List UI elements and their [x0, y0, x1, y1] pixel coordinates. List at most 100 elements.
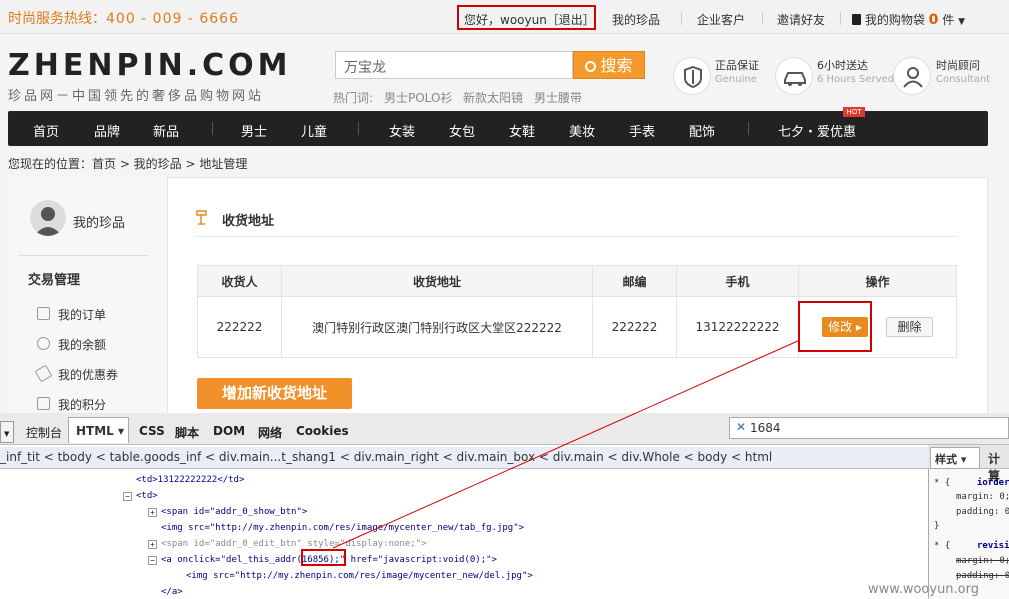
service-title: 正品保证: [715, 59, 759, 72]
location-icon: [196, 209, 210, 225]
highlight-box-id: [301, 549, 346, 566]
nav-item-beauty[interactable]: 美妆: [569, 121, 595, 140]
css-rule: iorder: [977, 478, 1009, 488]
service-title: 6小时送达: [817, 59, 868, 72]
hotline-label: 时尚服务热线：: [8, 11, 106, 27]
nav-item-men[interactable]: 男士: [241, 121, 267, 140]
devtools-search-input[interactable]: 1684: [729, 417, 1009, 439]
breadcrumb: 您现在的位置：首页 > 我的珍品 > 地址管理: [8, 157, 248, 171]
devtools-menu-button[interactable]: ▼: [0, 421, 14, 443]
css-rule: margin: 0;: [956, 492, 1009, 502]
devtools-tab-console[interactable]: 控制台: [26, 424, 62, 441]
search-input[interactable]: 万宝龙: [335, 51, 573, 79]
sidebar-title[interactable]: 我的珍品: [73, 212, 125, 231]
sidebar-item-orders[interactable]: 我的订单: [58, 306, 106, 323]
enterprise-link[interactable]: 企业客户: [697, 11, 745, 28]
devtools-tab-html[interactable]: HTML ▾: [68, 417, 129, 443]
nav-item-shoes[interactable]: 女鞋: [509, 121, 535, 140]
code-line[interactable]: <img src="http://my.zhenpin.com/res/imag…: [186, 571, 533, 581]
hot-keyword[interactable]: 男士腰带: [534, 89, 582, 106]
sidebar-item-points[interactable]: 我的积分: [58, 396, 106, 413]
code-line[interactable]: </a>: [161, 587, 183, 597]
delete-button[interactable]: 删除: [886, 317, 933, 337]
nav-item-new[interactable]: 新品: [153, 121, 179, 140]
shield-icon: [673, 57, 711, 95]
chevron-down-icon: ▼: [4, 430, 10, 438]
nav-item-promo[interactable]: 七夕・爱优惠: [778, 121, 856, 140]
devtools-tab-net[interactable]: 网络: [258, 424, 282, 441]
code-line[interactable]: <td>13122222222</td>: [136, 475, 244, 485]
car-icon: [775, 57, 813, 95]
search-button[interactable]: 搜索: [573, 51, 645, 79]
search-icon: [585, 61, 597, 72]
css-rule: }: [934, 521, 940, 531]
recipient-cell: 222222: [197, 296, 282, 358]
css-rule: revisi: [977, 541, 1009, 551]
service-subtitle: 6 Hours Served: [817, 74, 895, 85]
watermark: www.wooyun.org: [868, 582, 980, 597]
nav-item-women[interactable]: 女装: [389, 121, 415, 140]
service-title: 时尚顾问: [936, 59, 980, 72]
column-header: 手机: [676, 265, 799, 297]
css-rule: margin: 0;: [956, 556, 1009, 566]
my-zhenpin-link[interactable]: 我的珍品: [612, 11, 660, 28]
invite-link[interactable]: 邀请好友: [777, 11, 825, 28]
divider: [196, 236, 956, 237]
nav-item-kids[interactable]: 儿童: [301, 121, 327, 140]
devtools-tab-style[interactable]: 样式 ▾: [930, 447, 980, 469]
cart-link[interactable]: 我的购物袋 0 件 ▼: [852, 11, 965, 28]
divider: [762, 12, 763, 25]
sidebar-section-title: 交易管理: [28, 273, 81, 288]
hotline-number: 400 - 009 - 6666: [106, 11, 239, 27]
collapse-toggle[interactable]: −: [148, 556, 157, 565]
devtools-breadcrumbs[interactable]: _inf_tit < tbody < table.goods_inf < div…: [0, 447, 928, 469]
code-line[interactable]: <img src="http://my.zhenpin.com/res/imag…: [161, 523, 524, 533]
close-icon[interactable]: ✕: [736, 420, 746, 434]
devtools-tab-css[interactable]: CSS: [139, 424, 165, 438]
divider: [358, 122, 359, 135]
highlight-box-greeting: [457, 5, 596, 30]
devtools-tab-script[interactable]: 脚本: [175, 424, 199, 441]
code-line[interactable]: <span id="addr_0_edit_btn" style="displa…: [161, 539, 427, 549]
document-icon: [37, 307, 50, 320]
expand-toggle[interactable]: +: [148, 540, 157, 549]
chevron-down-icon: ▼: [958, 17, 966, 27]
sidebar-item-coupons[interactable]: 我的优惠券: [58, 366, 118, 383]
column-header: 收货地址: [281, 265, 593, 297]
column-header: 邮编: [592, 265, 677, 297]
column-header: 收货人: [197, 265, 282, 297]
chart-icon: [37, 397, 50, 410]
nav-item-home[interactable]: 首页: [33, 121, 59, 140]
css-rule: padding: 0: [956, 507, 1009, 517]
highlight-box-edit: [798, 301, 872, 352]
hot-keyword[interactable]: 男士POLO衫: [384, 89, 452, 106]
code-line[interactable]: <td>: [136, 491, 158, 501]
devtools-tab-cookies[interactable]: Cookies: [296, 424, 349, 438]
add-address-button[interactable]: 增加新收货地址: [197, 378, 352, 409]
nav-item-bags[interactable]: 女包: [449, 121, 475, 140]
service-subtitle: Consultant: [936, 74, 991, 85]
collapse-toggle[interactable]: −: [123, 492, 132, 501]
devtools-tab-dom[interactable]: DOM: [213, 424, 245, 438]
service-subtitle: Genuine: [715, 74, 757, 85]
phone-cell: 13122222222: [676, 296, 799, 358]
divider: [681, 12, 682, 25]
address-cell: 澳门特别行政区澳门特别行政区大堂区222222: [281, 296, 593, 358]
table-header-row: 收货人 收货地址 邮编 手机 操作: [197, 265, 957, 297]
search-button-label: 搜索: [600, 56, 633, 75]
css-rule: * {: [934, 478, 951, 488]
css-rule: padding: 0: [956, 571, 1009, 581]
site-slogan: 珍品网－中国领先的奢侈品购物网站: [8, 89, 265, 104]
cart-label: 我的购物袋: [864, 13, 925, 27]
hot-keyword[interactable]: 新款太阳镜: [463, 89, 523, 106]
sidebar-item-balance[interactable]: 我的余额: [58, 336, 106, 353]
expand-toggle[interactable]: +: [148, 508, 157, 517]
nav-item-brand[interactable]: 品牌: [94, 121, 120, 140]
hot-words-label: 热门词:: [333, 91, 374, 105]
nav-item-accessories[interactable]: 配饰: [689, 121, 715, 140]
divider: [18, 255, 148, 256]
code-line[interactable]: <span id="addr_0_show_btn">: [161, 507, 307, 517]
site-logo[interactable]: ZHENPIN.COM: [8, 48, 292, 83]
divider: [840, 12, 841, 25]
nav-item-watches[interactable]: 手表: [629, 121, 655, 140]
